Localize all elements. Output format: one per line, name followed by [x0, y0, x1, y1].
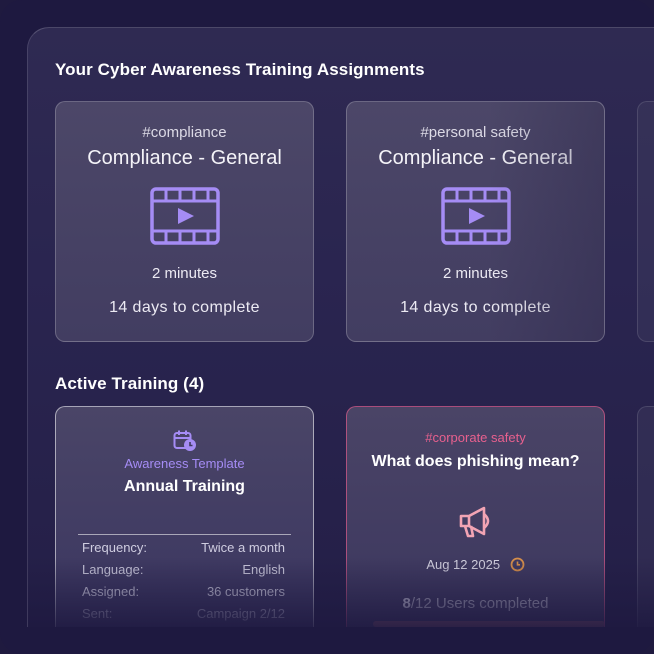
active-training-card-annual[interactable]: Awareness Template Annual Training Frequ…: [55, 406, 314, 627]
assignment-card-partial[interactable]: [637, 101, 654, 342]
phishing-title: What does phishing mean?: [371, 453, 580, 470]
completed-suffix: /12 Users completed: [410, 595, 549, 612]
assignment-title: Compliance - General: [378, 147, 573, 169]
divider: [78, 534, 291, 535]
detail-key: Frequency:: [82, 540, 148, 555]
template-title: Annual Training: [124, 478, 245, 495]
phishing-date-row: Aug 12 2025: [347, 557, 604, 572]
training-panel: Your Cyber Awareness Training Assignment…: [27, 27, 654, 627]
assignments-heading: Your Cyber Awareness Training Assignment…: [55, 60, 425, 79]
detail-value: Twice a month: [201, 540, 285, 555]
assignment-tag: #personal safety: [420, 124, 531, 141]
detail-key: Sent:: [82, 606, 113, 621]
active-training-heading: Active Training (4): [55, 374, 205, 393]
assignment-tag: #compliance: [142, 124, 227, 141]
assignment-duration: 2 minutes: [442, 265, 509, 282]
detail-value: Campaign 2/12: [196, 606, 285, 621]
video-icon: [440, 187, 511, 245]
template-type-label: Awareness Template: [124, 456, 245, 471]
assignment-title: Compliance - General: [87, 147, 282, 169]
app-frame: Your Cyber Awareness Training Assignment…: [0, 0, 654, 654]
assignment-card-compliance[interactable]: #compliance Compliance - General 2 minut…: [55, 101, 314, 342]
detail-key: Assigned:: [82, 584, 140, 599]
phishing-date: Aug 12 2025: [426, 557, 501, 572]
megaphone-icon: [459, 506, 490, 538]
completed-count: 8: [402, 595, 411, 612]
clock-icon: [510, 557, 525, 572]
phishing-tag: #corporate safety: [425, 430, 526, 445]
assignment-deadline: 14 days to complete: [400, 299, 551, 316]
active-training-card-partial[interactable]: [637, 406, 654, 627]
assignment-duration: 2 minutes: [151, 265, 218, 282]
calendar-clock-icon: [173, 430, 196, 451]
active-training-card-phishing[interactable]: #corporate safety What does phishing mea…: [346, 406, 605, 627]
detail-value: English: [242, 562, 285, 577]
completion-text: 8/12 Users completed: [347, 595, 604, 612]
assignment-deadline: 14 days to complete: [109, 299, 260, 316]
detail-key: Language:: [82, 562, 144, 577]
assignment-card-personal-safety[interactable]: #personal safety Compliance - General 2 …: [346, 101, 605, 342]
detail-value: 36 customers: [206, 584, 285, 599]
video-icon: [149, 187, 220, 245]
completion-progress-bar: [373, 621, 604, 627]
